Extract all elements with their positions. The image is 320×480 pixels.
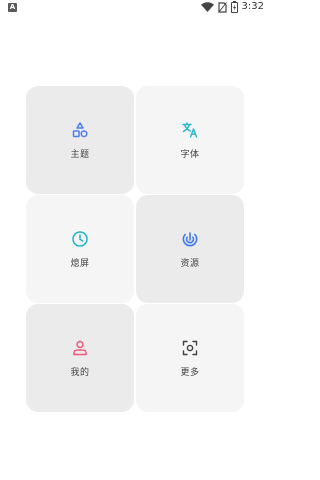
- tile-label: 资源: [180, 258, 200, 269]
- scan-more-icon: [181, 339, 199, 357]
- status-time: 3:32: [241, 1, 264, 12]
- tile-mine[interactable]: 我的: [26, 304, 134, 412]
- status-icons: 3:32: [200, 1, 264, 13]
- clock-icon: [71, 230, 89, 248]
- tile-more[interactable]: 更多: [136, 304, 244, 412]
- tile-label: 熄屏: [70, 258, 90, 269]
- resource-spiral-icon: [181, 230, 199, 248]
- battery-icon: [230, 1, 238, 13]
- notification-app-icon: A: [8, 3, 17, 12]
- tile-label: 我的: [70, 367, 90, 378]
- tile-resources[interactable]: 资源: [136, 195, 244, 303]
- tile-label: 字体: [180, 149, 200, 160]
- tile-label: 主题: [70, 149, 90, 160]
- tile-font[interactable]: 字体: [136, 86, 244, 194]
- person-icon: [71, 339, 89, 357]
- tile-screen-off[interactable]: 熄屏: [26, 195, 134, 303]
- menu-grid: 主题 字体 熄屏 资源 我的 更多: [26, 86, 244, 412]
- theme-shapes-icon: [71, 121, 89, 139]
- no-sim-icon: [217, 1, 227, 13]
- tile-theme[interactable]: 主题: [26, 86, 134, 194]
- screen: A 3:32 主题 字体 熄屏 资源 我的 更多: [0, 0, 270, 480]
- tile-label: 更多: [180, 367, 200, 378]
- font-translate-icon: [181, 121, 199, 139]
- status-bar: A 3:32: [0, 0, 270, 14]
- notification-app-letter: A: [9, 3, 16, 11]
- wifi-icon: [200, 2, 214, 12]
